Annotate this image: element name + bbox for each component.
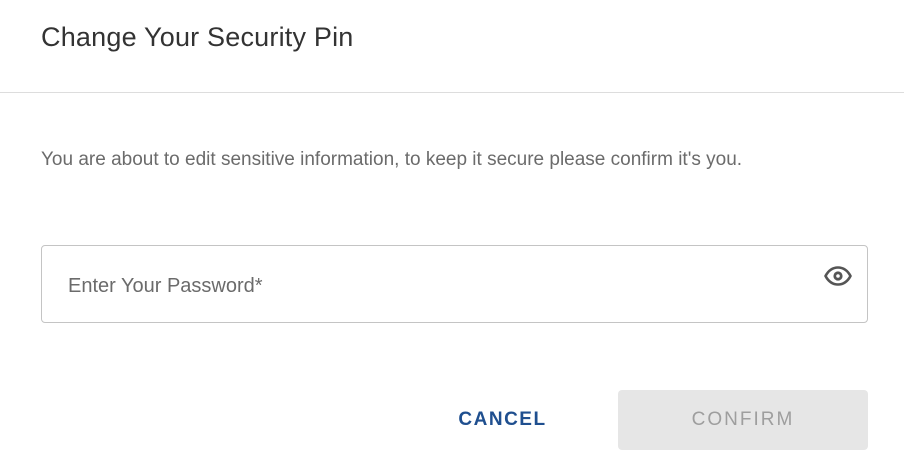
password-field[interactable]	[41, 245, 868, 323]
dialog-actions: CANCEL CONFIRM	[0, 390, 904, 450]
eye-icon[interactable]	[823, 264, 853, 288]
confirm-button[interactable]: CONFIRM	[618, 390, 868, 450]
change-security-pin-dialog: Change Your Security Pin You are about t…	[0, 0, 904, 472]
cancel-button[interactable]: CANCEL	[430, 390, 575, 450]
dialog-description: You are about to edit sensitive informat…	[41, 149, 743, 170]
dialog-title: Change Your Security Pin	[41, 22, 354, 52]
password-input[interactable]	[68, 270, 788, 302]
dialog-header: Change Your Security Pin	[0, 0, 904, 93]
dialog-body: You are about to edit sensitive informat…	[41, 140, 821, 179]
